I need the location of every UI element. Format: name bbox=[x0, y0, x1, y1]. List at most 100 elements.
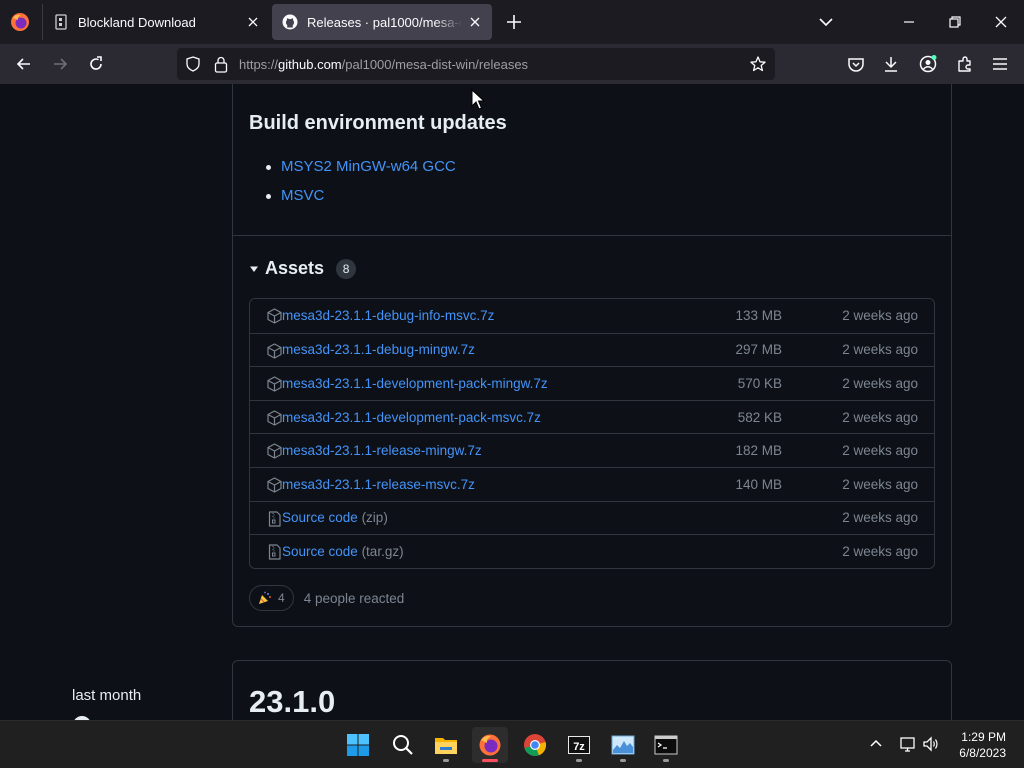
taskbar-7zip[interactable]: 7z bbox=[561, 727, 597, 763]
assets-toggle[interactable]: Assets 8 bbox=[249, 258, 357, 279]
network-icon[interactable] bbox=[899, 735, 917, 753]
taskbar-search-button[interactable] bbox=[385, 727, 421, 763]
asset-name: Source code bbox=[282, 543, 358, 559]
tracking-protection-shield-icon[interactable] bbox=[185, 56, 201, 72]
release-card bbox=[232, 660, 952, 720]
asset-row: mesa3d-23.1.1-debug-info-msvc.7z 133 MB 2 … bbox=[250, 299, 934, 333]
taskbar-firefox[interactable] bbox=[472, 727, 508, 763]
taskbar-file-explorer[interactable] bbox=[428, 727, 464, 763]
asset-date: 2 weeks ago bbox=[842, 375, 918, 391]
asset-name: mesa3d-23.1.1-development-pack-msvc.7z bbox=[282, 409, 541, 425]
pocket-icon[interactable] bbox=[846, 54, 866, 74]
asset-date: 2 weeks ago bbox=[842, 510, 918, 526]
bookmark-star-icon[interactable] bbox=[749, 55, 767, 73]
asset-download-link[interactable]: mesa3d-23.1.1-release-msvc.7z bbox=[282, 477, 475, 492]
file-zip-icon bbox=[268, 510, 281, 527]
reactions-summary: 4 people reacted bbox=[303, 590, 405, 606]
asset-download-link[interactable]: Source code (tar.gz) bbox=[282, 544, 404, 559]
tab-blockland-download[interactable]: Blockland Download bbox=[42, 4, 270, 40]
asset-download-link[interactable]: Source code (zip) bbox=[282, 510, 388, 525]
asset-name: mesa3d-23.1.1-release-msvc.7z bbox=[282, 476, 475, 492]
build-item-link[interactable]: MSVC bbox=[281, 187, 324, 204]
assets-list: mesa3d-23.1.1-debug-info-msvc.7z 133 MB 2 … bbox=[249, 298, 935, 569]
asset-date: 2 weeks ago bbox=[842, 543, 918, 559]
firefox-icon bbox=[479, 734, 501, 756]
release-version-title[interactable]: 23.1.0 bbox=[249, 684, 335, 720]
chrome-icon bbox=[524, 734, 547, 757]
tab-releases[interactable]: Releases · pal1000/mesa-dist-win bbox=[272, 4, 492, 40]
close-tab-icon[interactable] bbox=[462, 9, 488, 35]
asset-row: Source code (tar.gz) 2 weeks ago bbox=[250, 534, 934, 568]
close-tab-icon[interactable] bbox=[240, 9, 266, 35]
asset-download-link[interactable]: mesa3d-23.1.1-release-mingw.7z bbox=[282, 443, 482, 458]
asset-name: mesa3d-23.1.1-development-pack-mingw.7z bbox=[282, 375, 548, 391]
asset-name: mesa3d-23.1.1-debug-mingw.7z bbox=[282, 342, 475, 358]
asset-download-link[interactable]: mesa3d-23.1.1-debug-info-msvc.7z bbox=[282, 308, 494, 323]
restore-icon[interactable] bbox=[945, 12, 965, 32]
reaction-button[interactable]: 4 bbox=[249, 585, 294, 611]
start-icon bbox=[347, 734, 369, 756]
start-button[interactable] bbox=[340, 727, 376, 763]
extensions-icon[interactable] bbox=[955, 54, 975, 74]
reaction-count: 4 bbox=[278, 591, 285, 605]
firefox-menu-icon[interactable] bbox=[10, 12, 30, 32]
package-icon bbox=[267, 342, 282, 359]
asset-download-link[interactable]: mesa3d-23.1.1-debug-mingw.7z bbox=[282, 342, 475, 357]
triangle-down-icon bbox=[250, 266, 258, 272]
asset-download-link[interactable]: mesa3d-23.1.1-development-pack-msvc.7z bbox=[282, 410, 541, 425]
assets-title: Assets bbox=[265, 258, 325, 278]
bullet bbox=[266, 194, 271, 199]
account-icon[interactable] bbox=[918, 54, 938, 74]
tada-icon bbox=[259, 591, 271, 604]
asset-size: 570 KB bbox=[737, 375, 782, 391]
new-tab-icon[interactable] bbox=[503, 11, 525, 33]
asset-row: mesa3d-23.1.1-development-pack-mingw.7z 5… bbox=[250, 366, 934, 400]
asset-name: Source code bbox=[282, 510, 358, 526]
release-date-label: last month bbox=[72, 687, 142, 704]
taskbar-chrome[interactable] bbox=[517, 727, 553, 763]
url-path: /pal1000/mesa-dist-win/releases bbox=[341, 57, 529, 72]
asset-download-link[interactable]: mesa3d-23.1.1-development-pack-mingw.7z bbox=[282, 376, 548, 391]
url-text[interactable]: https://github.com/pal1000/mesa-dist-win… bbox=[239, 57, 528, 72]
reactions-bar: 4 4 people reacted bbox=[249, 585, 404, 611]
browser-toolbar: https://github.com/pal1000/mesa-dist-win… bbox=[0, 44, 1024, 84]
address-bar[interactable]: https://github.com/pal1000/mesa-dist-win… bbox=[177, 48, 775, 80]
build-item-link[interactable]: MSYS2 MinGW-w64 GCC bbox=[281, 158, 456, 175]
7zip-icon: 7z bbox=[568, 736, 590, 754]
asset-row: mesa3d-23.1.1-release-mingw.7z 182 MB 2 we… bbox=[250, 433, 934, 467]
running-indicator bbox=[663, 759, 669, 762]
asset-format: (tar.gz) bbox=[357, 543, 404, 559]
url-host: github.com bbox=[278, 57, 342, 72]
package-icon bbox=[267, 376, 282, 392]
asset-size: 133 MB bbox=[735, 308, 782, 324]
tab-title: Blockland Download bbox=[78, 14, 196, 30]
running-indicator bbox=[576, 759, 582, 762]
package-icon bbox=[267, 410, 282, 426]
assets-count-badge: 8 bbox=[336, 258, 357, 279]
package-icon bbox=[267, 443, 282, 459]
downloads-icon[interactable] bbox=[881, 54, 901, 74]
system-clock[interactable]: 1:29 PM 6/8/2023 bbox=[959, 729, 1006, 761]
hamburger-menu-icon[interactable] bbox=[990, 54, 1010, 74]
mouse-cursor-icon bbox=[471, 89, 485, 110]
bullet bbox=[266, 165, 271, 170]
forward-icon[interactable] bbox=[50, 54, 70, 74]
clock-date: 6/8/2023 bbox=[959, 746, 1006, 760]
asset-row: mesa3d-23.1.1-release-msvc.7z 140 MB 2 wee… bbox=[250, 466, 934, 501]
show-hidden-icons-chevron-icon[interactable] bbox=[867, 735, 885, 753]
volume-icon[interactable] bbox=[922, 735, 940, 753]
taskbar-task-manager[interactable] bbox=[605, 727, 641, 763]
page-content: Build environment updates MSYS2 MinGW-w6… bbox=[0, 84, 1024, 720]
back-icon[interactable] bbox=[14, 54, 34, 74]
asset-size: 140 MB bbox=[735, 476, 782, 492]
close-window-icon[interactable] bbox=[991, 12, 1011, 32]
minimize-icon[interactable] bbox=[899, 12, 919, 32]
asset-date: 2 weeks ago bbox=[842, 342, 918, 358]
lock-icon[interactable] bbox=[213, 55, 229, 73]
taskbar-terminal[interactable] bbox=[648, 727, 684, 763]
reload-icon[interactable] bbox=[86, 54, 106, 74]
asset-row: mesa3d-23.1.1-development-pack-msvc.7z 58… bbox=[250, 399, 934, 434]
file-explorer-icon bbox=[435, 738, 457, 754]
running-indicator bbox=[443, 759, 449, 762]
list-all-tabs-icon[interactable] bbox=[816, 12, 836, 32]
